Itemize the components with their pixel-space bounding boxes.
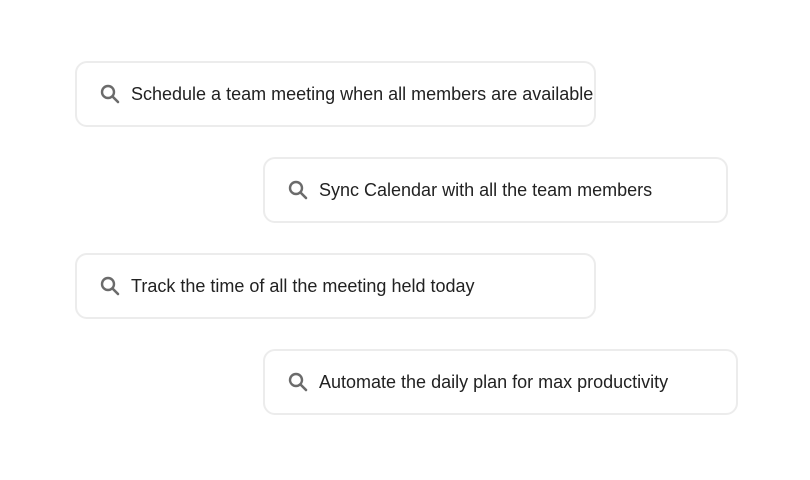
suggestion-label: Automate the daily plan for max producti… xyxy=(319,371,669,392)
suggestion-track-time[interactable]: Track the time of all the meeting held t… xyxy=(75,253,596,319)
suggestion-sync-calendar[interactable]: Sync Calendar with all the team members xyxy=(263,157,728,223)
suggestion-label: Sync Calendar with all the team members xyxy=(319,179,653,200)
search-icon xyxy=(99,83,121,105)
suggestion-label: Schedule a team meeting when all members… xyxy=(131,83,594,104)
suggestion-automate-plan[interactable]: Automate the daily plan for max producti… xyxy=(263,349,738,415)
suggestion-label: Track the time of all the meeting held t… xyxy=(131,275,475,296)
suggestion-schedule-meeting[interactable]: Schedule a team meeting when all members… xyxy=(75,61,596,127)
search-icon xyxy=(287,371,309,393)
search-icon xyxy=(287,179,309,201)
search-icon xyxy=(99,275,121,297)
